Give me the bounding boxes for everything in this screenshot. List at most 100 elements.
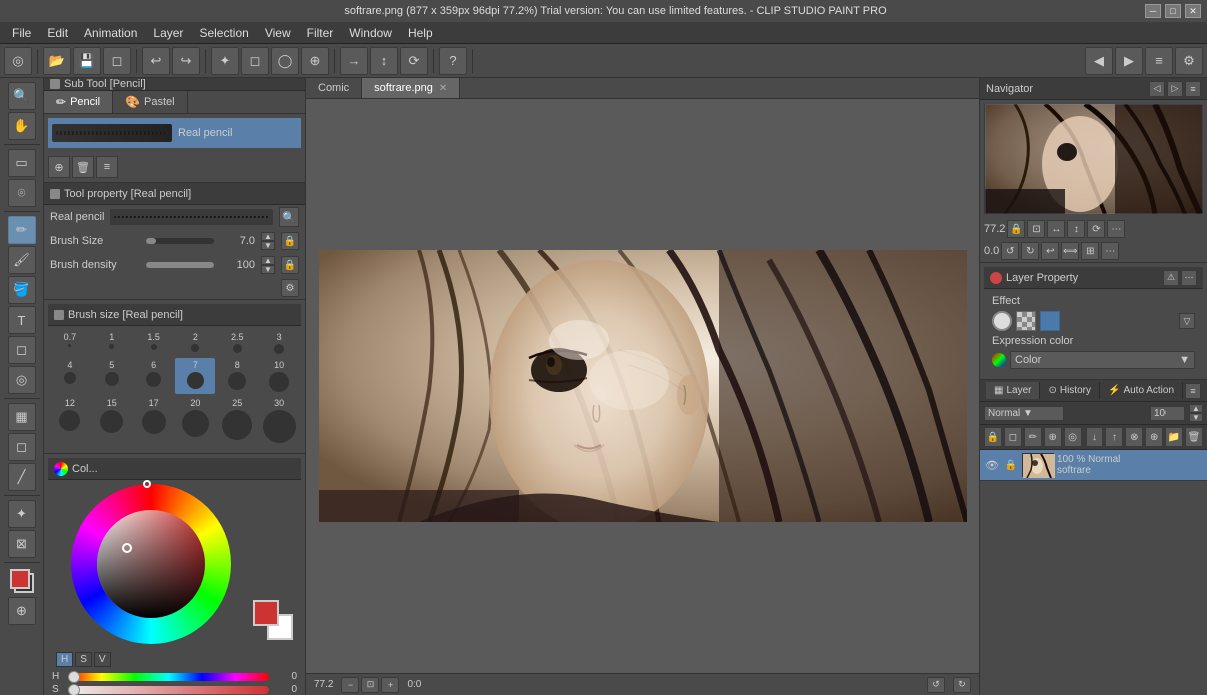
canvas-tab-close[interactable]: ✕ bbox=[439, 83, 447, 94]
toolbar-sym[interactable]: ◯ bbox=[271, 47, 299, 75]
canvas-rotate-right[interactable]: ↻ bbox=[953, 677, 971, 693]
nav-more[interactable]: ⋯ bbox=[1107, 220, 1125, 238]
nav-extra[interactable]: ⋯ bbox=[1101, 242, 1119, 260]
toolbar-prev-panel[interactable]: ◀ bbox=[1085, 47, 1113, 75]
toolbar-ruler[interactable]: ◻ bbox=[241, 47, 269, 75]
toolbar-panel-menu[interactable]: ≡ bbox=[1145, 47, 1173, 75]
toolbar-transform[interactable]: ⊕ bbox=[301, 47, 329, 75]
layer-lock-brush[interactable]: ✏ bbox=[1024, 427, 1042, 447]
brush-size-up[interactable]: ▲ bbox=[261, 232, 275, 241]
brush-density-slider[interactable] bbox=[146, 262, 214, 268]
fit-btn[interactable]: ⊡ bbox=[361, 677, 379, 693]
tool-shape[interactable]: ◻ bbox=[8, 433, 36, 461]
brush-density-lock[interactable]: 🔒 bbox=[281, 256, 299, 274]
brush-size-3[interactable]: 3 bbox=[259, 330, 299, 356]
effect-menu[interactable]: ▽ bbox=[1179, 313, 1195, 329]
brush-size-20[interactable]: 20 bbox=[175, 396, 215, 445]
tool-eraser[interactable]: ◻ bbox=[8, 336, 36, 364]
brush-size-2[interactable]: 2 bbox=[175, 330, 215, 356]
toolbar-undo[interactable]: ↩ bbox=[142, 47, 170, 75]
brush-density-up[interactable]: ▲ bbox=[261, 256, 275, 265]
tool-pick-color[interactable]: ✦ bbox=[8, 500, 36, 528]
menu-file[interactable]: File bbox=[4, 24, 39, 42]
nav-flip-h[interactable]: ↔ bbox=[1047, 220, 1065, 238]
nav-grid[interactable]: ⊞ bbox=[1081, 242, 1099, 260]
hue-slider[interactable] bbox=[68, 673, 269, 681]
brush-size-7[interactable]: 7 bbox=[175, 358, 215, 394]
zoom-out-btn[interactable]: − bbox=[341, 677, 359, 693]
brush-size-8[interactable]: 8 bbox=[217, 358, 257, 394]
color-mode-s[interactable]: S bbox=[75, 652, 92, 667]
layer-item-softrare[interactable]: 👁 🔒 100 % Normal softrare bbox=[980, 450, 1207, 481]
layer-lock-all[interactable]: 🔒 bbox=[984, 427, 1002, 447]
color-wheel-wrapper[interactable] bbox=[71, 484, 231, 644]
toolbar-flip[interactable]: ↕ bbox=[370, 47, 398, 75]
brush-size-lock[interactable]: 🔒 bbox=[281, 232, 299, 250]
tool-extra[interactable]: ⊕ bbox=[8, 597, 36, 625]
zoom-in-btn[interactable]: + bbox=[381, 677, 399, 693]
nav-icon-1[interactable]: ◁ bbox=[1149, 81, 1165, 97]
minimize-button[interactable]: ─ bbox=[1145, 4, 1161, 18]
tool-fill[interactable]: 🪣 bbox=[8, 276, 36, 304]
fg-swatch[interactable] bbox=[253, 600, 279, 626]
nav-icon-2[interactable]: ▷ bbox=[1167, 81, 1183, 97]
tool-lasso[interactable]: ⌾ bbox=[8, 179, 36, 207]
brush-size-6[interactable]: 6 bbox=[134, 358, 174, 394]
color-mode-v[interactable]: V bbox=[94, 652, 111, 667]
brush-size-25[interactable]: 25 bbox=[217, 396, 257, 445]
canvas-rotate-left[interactable]: ↺ bbox=[927, 677, 945, 693]
layer-ref[interactable]: ◎ bbox=[1064, 427, 1082, 447]
brush-size-down[interactable]: ▼ bbox=[261, 241, 275, 250]
layer-folder[interactable]: 📁 bbox=[1165, 427, 1183, 447]
tool-line[interactable]: ╱ bbox=[8, 463, 36, 491]
nav-mirror[interactable]: ⟺ bbox=[1061, 242, 1079, 260]
tool-prop-settings[interactable]: ⚙ bbox=[281, 279, 299, 297]
tool-zoom[interactable]: 🔍 bbox=[8, 82, 36, 110]
lp-icon-2[interactable]: ⋯ bbox=[1181, 270, 1197, 286]
brush-tab-pencil[interactable]: ✏ Pencil bbox=[44, 91, 113, 113]
close-button[interactable]: ✕ bbox=[1185, 4, 1201, 18]
toolbar-move[interactable]: → bbox=[340, 47, 368, 75]
menu-view[interactable]: View bbox=[257, 24, 299, 42]
toolbar-new[interactable]: ◎ bbox=[4, 47, 32, 75]
brush-size-30[interactable]: 30 bbox=[259, 396, 299, 445]
brush-copy-btn[interactable]: ⊕ bbox=[48, 156, 70, 178]
toolbar-help[interactable]: ? bbox=[439, 47, 467, 75]
lp-icon-1[interactable]: ⚠ bbox=[1163, 270, 1179, 286]
tool-selection[interactable]: ▭ bbox=[8, 149, 36, 177]
brush-size-12[interactable]: 12 bbox=[50, 396, 90, 445]
nav-fit[interactable]: ⊡ bbox=[1027, 220, 1045, 238]
nav-zoom-lock[interactable]: 🔒 bbox=[1007, 220, 1025, 238]
menu-selection[interactable]: Selection bbox=[191, 24, 256, 42]
toolbar-next-panel[interactable]: ▶ bbox=[1115, 47, 1143, 75]
tool-blur[interactable]: ◎ bbox=[8, 366, 36, 394]
color-mode-h[interactable]: H bbox=[56, 652, 73, 667]
menu-window[interactable]: Window bbox=[341, 24, 400, 42]
nav-reset[interactable]: ↩ bbox=[1041, 242, 1059, 260]
nav-rot-right[interactable]: ↻ bbox=[1021, 242, 1039, 260]
brush-size-2.5[interactable]: 2.5 bbox=[217, 330, 257, 356]
toolbar-rotate[interactable]: ⟳ bbox=[400, 47, 428, 75]
effect-normal[interactable] bbox=[992, 311, 1012, 331]
toolbar-redo[interactable]: ↪ bbox=[172, 47, 200, 75]
toolbar-save[interactable]: 💾 bbox=[73, 47, 101, 75]
brush-menu-btn[interactable]: ≡ bbox=[96, 156, 118, 178]
layer-lock-transparent[interactable]: ◻ bbox=[1004, 427, 1022, 447]
brush-size-1.5[interactable]: 1.5 bbox=[134, 330, 174, 356]
canvas-viewport[interactable] bbox=[306, 99, 979, 673]
brush-size-17[interactable]: 17 bbox=[134, 396, 174, 445]
layer-visibility-toggle[interactable]: 👁 bbox=[984, 457, 1000, 473]
layer-delete[interactable]: 🗑 bbox=[1185, 427, 1203, 447]
blend-mode-select[interactable]: Normal ▼ bbox=[984, 406, 1064, 421]
brush-size-15[interactable]: 15 bbox=[92, 396, 132, 445]
opacity-up[interactable]: ▲ bbox=[1189, 404, 1203, 413]
expression-color-dropdown[interactable]: Color ▼ bbox=[1010, 351, 1195, 369]
canvas-tab-comic[interactable]: Comic bbox=[306, 78, 362, 98]
color-ring[interactable] bbox=[71, 484, 231, 644]
layer-panel-menu[interactable]: ≡ bbox=[1185, 383, 1201, 399]
color-saturation-square[interactable] bbox=[97, 510, 205, 618]
nav-rot-left[interactable]: ↺ bbox=[1001, 242, 1019, 260]
nav-menu[interactable]: ≡ bbox=[1185, 81, 1201, 97]
nav-flip-v[interactable]: ↕ bbox=[1067, 220, 1085, 238]
toolbar-export[interactable]: ◻ bbox=[103, 47, 131, 75]
